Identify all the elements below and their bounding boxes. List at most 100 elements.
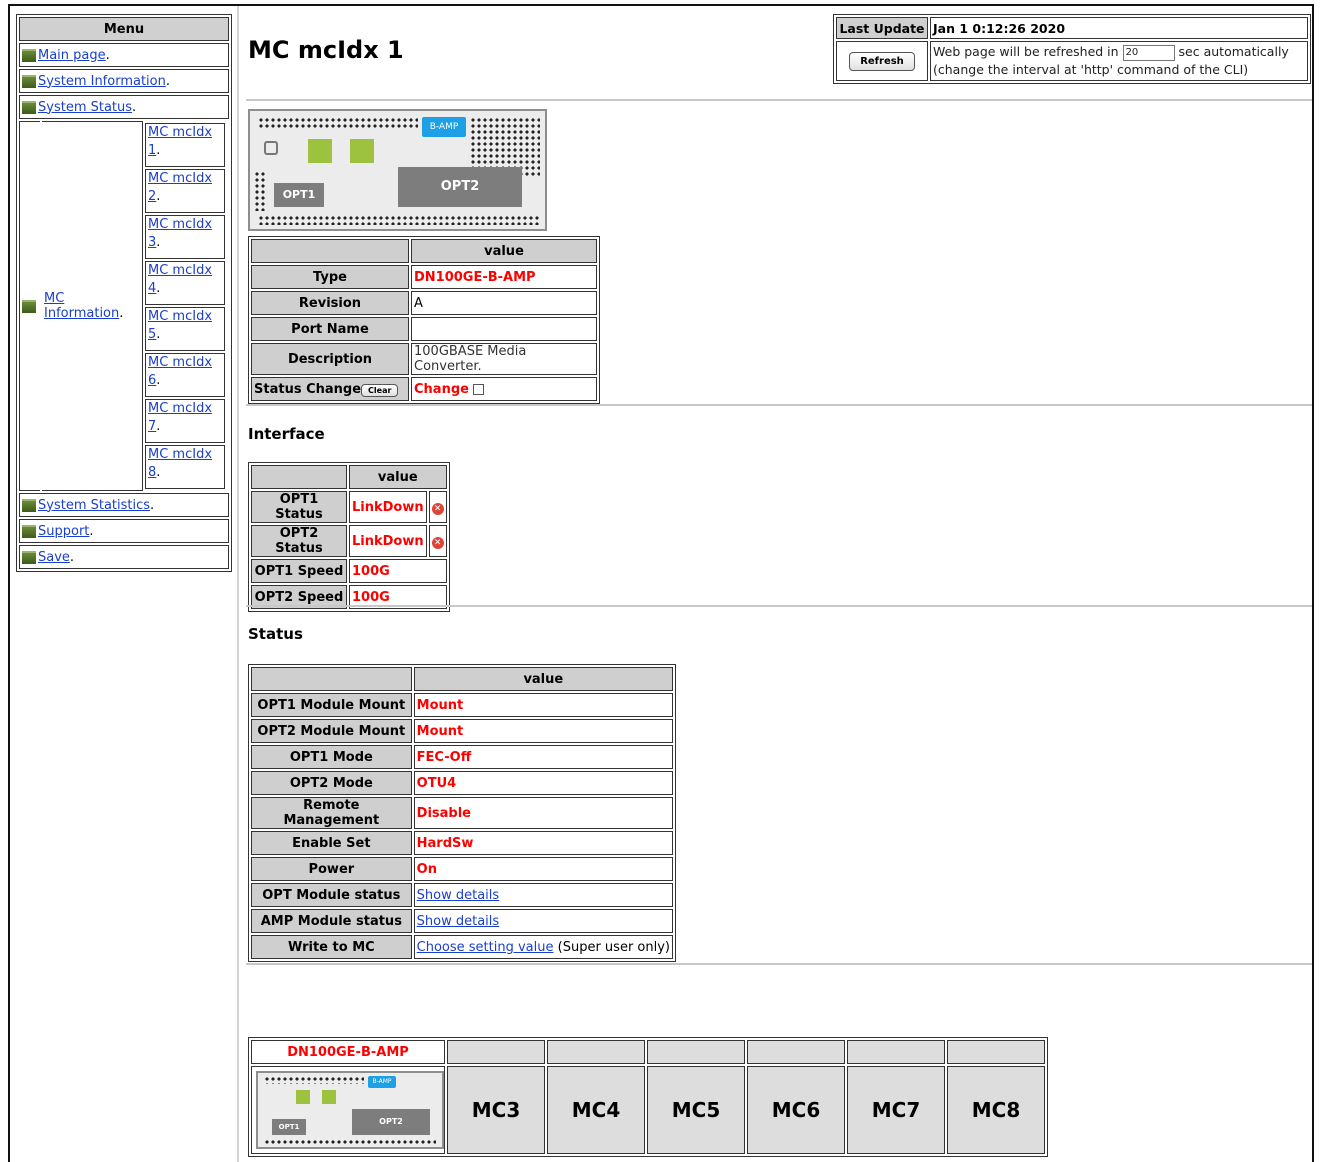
mc-link-3[interactable]: MC mcIdx 3. (145, 215, 225, 259)
refresh-interval-input[interactable]: 20 (1122, 44, 1175, 61)
menu-item-sysstatus[interactable]: System Status. (19, 95, 229, 119)
super-user-note: (Super user only) (557, 939, 670, 955)
refresh-button[interactable]: Refresh (849, 51, 915, 71)
status-row-label: OPT1 Module Mount (251, 693, 412, 717)
main-page-link[interactable]: Main page (38, 48, 106, 63)
device-thumbnail: B-AMP OPT1 OPT2 (256, 1071, 444, 1149)
vent-dots (258, 117, 418, 129)
status-col-header: value (413, 667, 673, 691)
revision-value: A (411, 291, 597, 315)
support-link[interactable]: Support (38, 524, 89, 539)
vent-dots (258, 215, 540, 225)
clear-button[interactable]: Clear (361, 383, 399, 397)
folder-icon (22, 550, 36, 564)
status-row-value: Mount (413, 719, 673, 743)
opt2-port: OPT2 (398, 167, 522, 207)
mc-link-8[interactable]: MC mcIdx 8. (145, 445, 225, 489)
mc-link-2[interactable]: MC mcIdx 2. (145, 169, 225, 213)
amp-show-details-link[interactable]: Show details (417, 914, 500, 929)
chassis-table: DN100GE-B-AMP B-AMP OPT1 OPT2 MC3 MC4 MC… (248, 1037, 1048, 1157)
status-row-label: Power (251, 857, 412, 881)
opt2-port: OPT2 (352, 1109, 430, 1135)
mc-link-6-text[interactable]: MC mcIdx 6 (148, 355, 212, 388)
opt-show-details-link[interactable]: Show details (417, 888, 500, 903)
slot-mc3[interactable]: MC3 (447, 1066, 545, 1154)
status-change-checkbox[interactable] (473, 383, 485, 395)
status-header-blank (251, 667, 412, 691)
info-table: value Type DN100GE-B-AMP Revision A Port N… (248, 236, 600, 404)
amp-module-status-label: AMP Module status (251, 909, 412, 933)
status-row-label: OPT2 Module Mount (251, 719, 412, 743)
status-row-value: Mount (413, 693, 673, 717)
menu-item-sysstats[interactable]: System Statistics. (19, 493, 229, 517)
choose-setting-link[interactable]: Choose setting value (417, 940, 554, 955)
system-statistics-link[interactable]: System Statistics (38, 498, 150, 513)
divider (246, 963, 1312, 965)
system-status-link[interactable]: System Status (38, 100, 132, 115)
mc-link-5[interactable]: MC mcIdx 5. (145, 307, 225, 351)
opt1-port: OPT1 (274, 183, 324, 207)
menu-item-support[interactable]: Support. (19, 519, 229, 543)
menu-mc-icon-cell (19, 121, 40, 491)
interface-col-header: value (349, 465, 447, 489)
folder-icon (22, 524, 36, 538)
status-row-label: Remote Management (251, 797, 412, 829)
refresh-note: (change the interval at 'http' command o… (933, 62, 1249, 77)
slot-mc5[interactable]: MC5 (647, 1066, 745, 1154)
save-link[interactable]: Save (38, 550, 70, 565)
mc-link-4[interactable]: MC mcIdx 4. (145, 261, 225, 305)
amp-module-status-cell: Show details (413, 909, 673, 933)
error-icon: ✕ (431, 502, 444, 515)
port-name-label: Port Name (251, 317, 409, 341)
folder-icon (22, 48, 36, 62)
slot-mc6[interactable]: MC6 (747, 1066, 845, 1154)
status-row-label: OPT2 Mode (251, 771, 412, 795)
slot-header (547, 1040, 645, 1064)
interface-row-label: OPT1 Speed (251, 559, 347, 583)
mc-link-2-text[interactable]: MC mcIdx 2 (148, 171, 212, 204)
menu-item-save[interactable]: Save. (19, 545, 229, 569)
mc-link-7-text[interactable]: MC mcIdx 7 (148, 401, 212, 434)
mc-link-8-text[interactable]: MC mcIdx 8 (148, 447, 212, 480)
system-information-link[interactable]: System Information (38, 74, 166, 89)
mc-information-link[interactable]: MC Information (44, 291, 119, 321)
menu-item-sysinfo[interactable]: System Information. (19, 69, 229, 93)
divider (246, 99, 1312, 101)
port-name-value (411, 317, 597, 341)
slot-mc7[interactable]: MC7 (847, 1066, 945, 1154)
menu-item-main[interactable]: Main page. (19, 43, 229, 67)
opt1-port: OPT1 (272, 1119, 306, 1135)
status-row-value: HardSw (413, 831, 673, 855)
mc-link-3-text[interactable]: MC mcIdx 3 (148, 217, 212, 250)
column-divider (237, 6, 239, 1162)
interface-table: value OPT1 Status LinkDown ✕ OPT2 Status Li… (248, 462, 450, 612)
mc-link-7[interactable]: MC mcIdx 7. (145, 399, 225, 443)
slot-header (947, 1040, 1045, 1064)
description-label: Description (251, 343, 409, 375)
write-to-mc-label: Write to MC (251, 935, 412, 959)
mc-link-4-text[interactable]: MC mcIdx 4 (148, 263, 212, 296)
folder-icon (22, 498, 36, 512)
info-header-blank (251, 239, 409, 263)
port-led-icon (322, 1090, 336, 1104)
mc-link-5-text[interactable]: MC mcIdx 5 (148, 309, 212, 342)
interface-header-blank (251, 465, 347, 489)
slot1-device[interactable]: B-AMP OPT1 OPT2 (251, 1066, 445, 1154)
status-row-label: OPT1 Mode (251, 745, 412, 769)
menu-item-mcinfo[interactable]: MC Information. (42, 121, 143, 491)
slot-mc4[interactable]: MC4 (547, 1066, 645, 1154)
mc-links-table: MC mcIdx 1. MC mcIdx 2. MC mcIdx 3. MC m… (145, 121, 225, 491)
status-error-cell: ✕ (428, 525, 447, 557)
page-title: MC mcIdx 1 (248, 36, 404, 64)
refresh-info: Web page will be refreshed in 20 sec aut… (930, 41, 1308, 81)
mc-link-6[interactable]: MC mcIdx 6. (145, 353, 225, 397)
mc-link-1-text[interactable]: MC mcIdx 1 (148, 125, 212, 158)
device-image: B-AMP OPT1 OPT2 (248, 109, 547, 231)
revision-label: Revision (251, 291, 409, 315)
slot-mc8[interactable]: MC8 (947, 1066, 1045, 1154)
interface-row-label: OPT1 Status (251, 491, 347, 523)
mc-link-1[interactable]: MC mcIdx 1. (145, 123, 225, 167)
interface-row-value: LinkDown (349, 491, 427, 523)
refresh-msg-pre: Web page will be refreshed in (933, 44, 1119, 59)
power-connector-icon (264, 141, 278, 155)
